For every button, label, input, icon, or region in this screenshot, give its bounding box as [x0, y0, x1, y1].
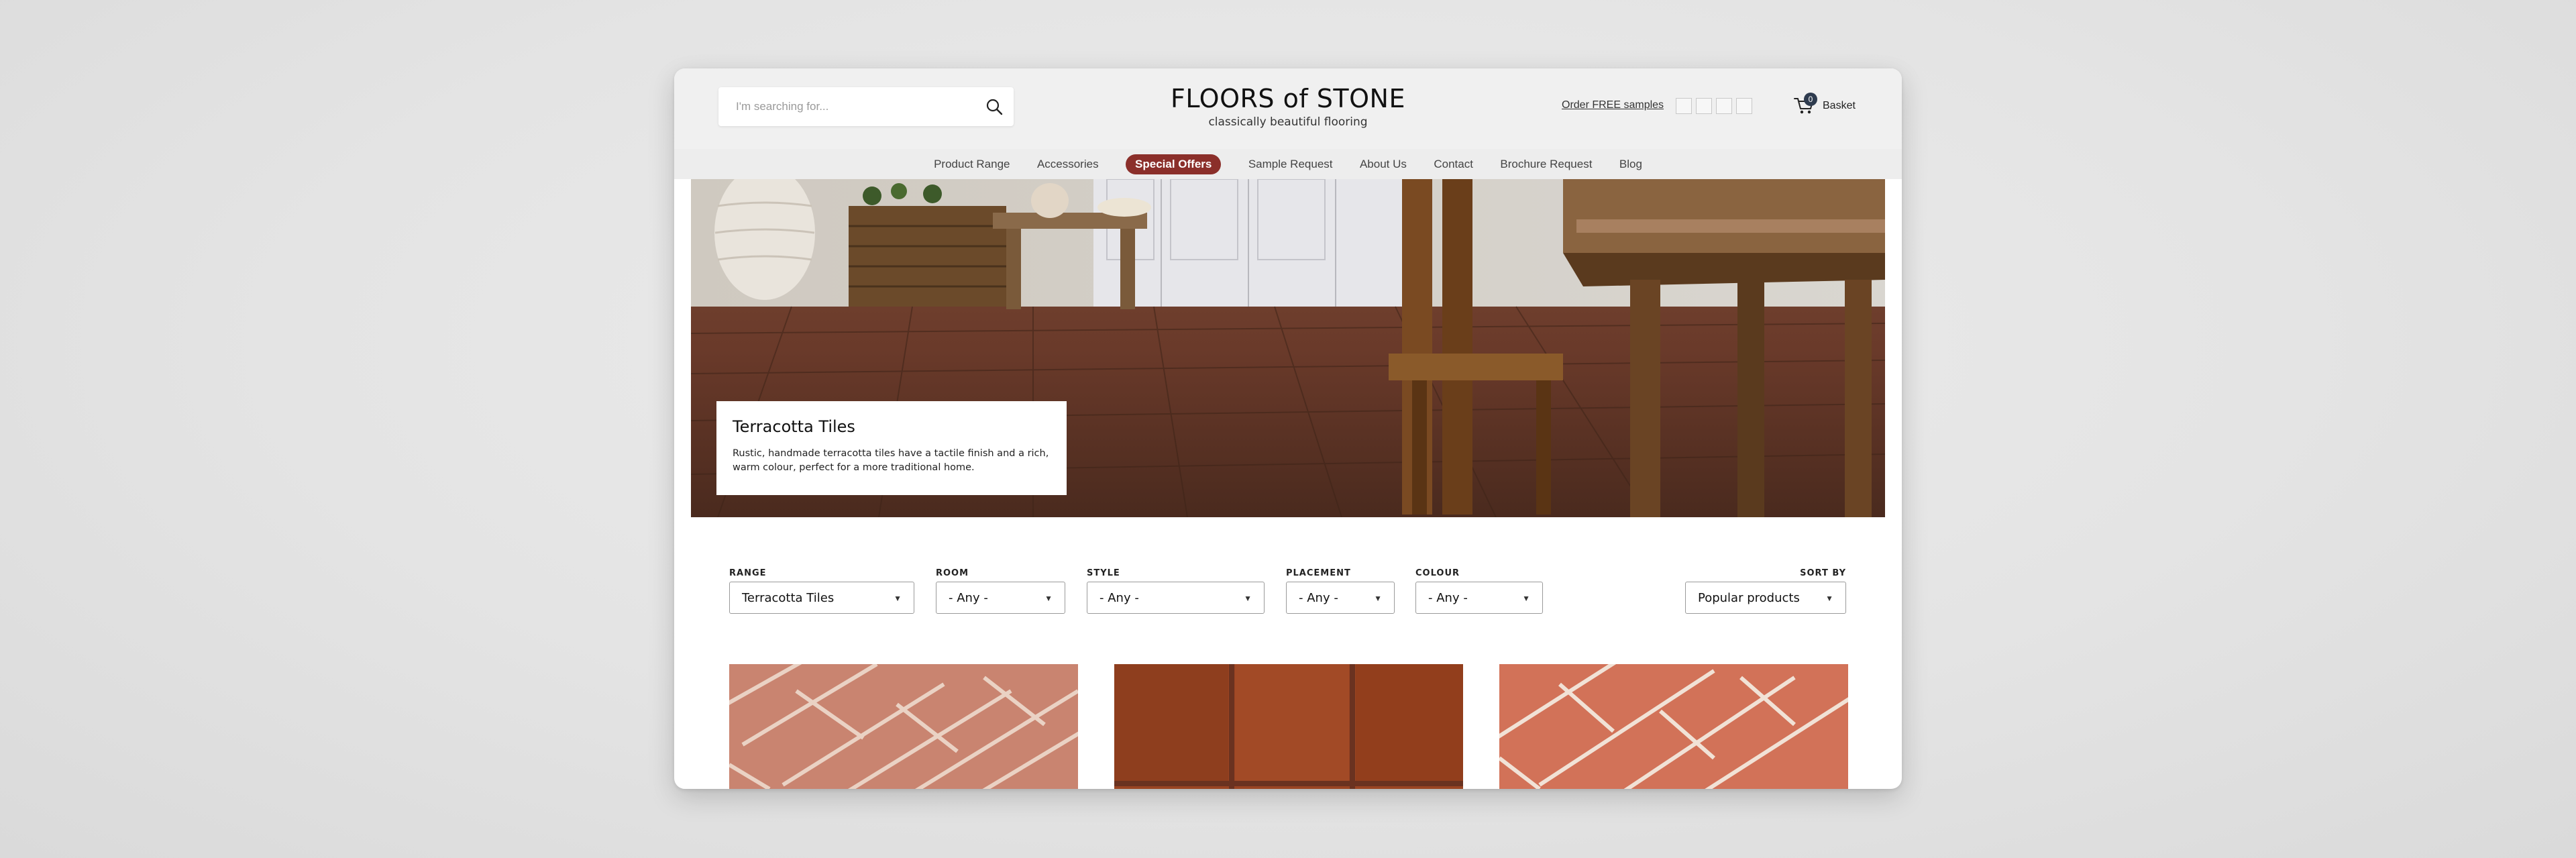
placement-select[interactable]: - Any - ▼	[1286, 582, 1395, 614]
style-select[interactable]: - Any - ▼	[1087, 582, 1265, 614]
sample-slot[interactable]	[1736, 98, 1752, 114]
nav-item-product-range[interactable]: Product Range	[934, 149, 1010, 179]
filter-room-label: ROOM	[936, 568, 969, 578]
product-card[interactable]	[1114, 664, 1463, 789]
basket-count-badge: 0	[1804, 93, 1817, 106]
filter-bar: RANGE Terracotta Tiles ▼ ROOM - Any - ▼ …	[674, 568, 1902, 635]
logo-title: FLOORS of STONE	[1171, 84, 1405, 113]
chevron-down-icon: ▼	[1044, 594, 1053, 603]
filter-style-label: STYLE	[1087, 568, 1120, 578]
hero-title: Terracotta Tiles	[733, 417, 855, 436]
hero-description: Rustic, handmade terracotta tiles have a…	[733, 448, 1049, 473]
logo-tagline: classically beautiful flooring	[1208, 115, 1368, 129]
product-card[interactable]	[729, 664, 1078, 789]
nav-item-special-offers[interactable]: Special Offers	[1126, 154, 1222, 174]
nav-item-accessories[interactable]: Accessories	[1037, 149, 1099, 179]
range-select-value: Terracotta Tiles	[742, 591, 835, 605]
nav-item-brochure-request[interactable]: Brochure Request	[1500, 149, 1592, 179]
filter-range: RANGE Terracotta Tiles ▼	[729, 568, 914, 614]
filter-range-label: RANGE	[729, 568, 767, 578]
product-image	[729, 664, 1078, 789]
nav-item-contact[interactable]: Contact	[1434, 149, 1473, 179]
sort-select[interactable]: Popular products ▼	[1685, 582, 1846, 614]
sample-slot[interactable]	[1716, 98, 1732, 114]
colour-select[interactable]: - Any - ▼	[1415, 582, 1543, 614]
filter-room: ROOM - Any - ▼	[936, 568, 1065, 614]
nav-item-about-us[interactable]: About Us	[1360, 149, 1407, 179]
filter-colour-label: COLOUR	[1415, 568, 1460, 578]
main-nav: Product Range Accessories Special Offers…	[674, 149, 1902, 179]
sample-slots	[1676, 98, 1756, 114]
nav-item-sample-request[interactable]: Sample Request	[1248, 149, 1333, 179]
style-select-value: - Any -	[1099, 591, 1139, 605]
chevron-down-icon: ▼	[1825, 594, 1833, 603]
placement-select-value: - Any -	[1299, 591, 1338, 605]
chevron-down-icon: ▼	[894, 594, 902, 603]
filter-sort: SORT BY Popular products ▼	[1685, 568, 1846, 614]
hero-banner: Terracotta Tiles Rustic, handmade terrac…	[691, 179, 1885, 517]
order-samples-link[interactable]: Order FREE samples	[1562, 99, 1664, 111]
filter-placement-label: PLACEMENT	[1286, 568, 1351, 578]
product-grid	[674, 664, 1902, 789]
chevron-down-icon: ▼	[1522, 594, 1530, 603]
room-select[interactable]: - Any - ▼	[936, 582, 1065, 614]
search-icon[interactable]	[984, 97, 1004, 117]
filter-colour: COLOUR - Any - ▼	[1415, 568, 1543, 614]
filter-style: STYLE - Any - ▼	[1087, 568, 1265, 614]
room-select-value: - Any -	[949, 591, 988, 605]
hero-caption: Terracotta Tiles Rustic, handmade terrac…	[716, 401, 1067, 495]
search-box	[718, 87, 1014, 126]
site-logo[interactable]: FLOORS of STONE classically beautiful fl…	[1120, 83, 1456, 129]
chevron-down-icon: ▼	[1374, 594, 1382, 603]
sort-by-label: SORT BY	[1800, 568, 1846, 578]
colour-select-value: - Any -	[1428, 591, 1468, 605]
chevron-down-icon: ▼	[1244, 594, 1252, 603]
product-image	[1114, 664, 1463, 789]
product-image	[1499, 664, 1848, 789]
sort-select-value: Popular products	[1698, 591, 1800, 605]
range-select[interactable]: Terracotta Tiles ▼	[729, 582, 914, 614]
sample-slot[interactable]	[1676, 98, 1692, 114]
basket-label: Basket	[1823, 100, 1856, 111]
site-header: FLOORS of STONE classically beautiful fl…	[674, 68, 1902, 149]
filter-placement: PLACEMENT - Any - ▼	[1286, 568, 1395, 614]
product-card[interactable]	[1499, 664, 1848, 789]
browser-window: FLOORS of STONE classically beautiful fl…	[674, 68, 1902, 789]
search-input[interactable]	[718, 87, 984, 126]
nav-item-blog[interactable]: Blog	[1619, 149, 1642, 179]
sample-slot[interactable]	[1696, 98, 1712, 114]
